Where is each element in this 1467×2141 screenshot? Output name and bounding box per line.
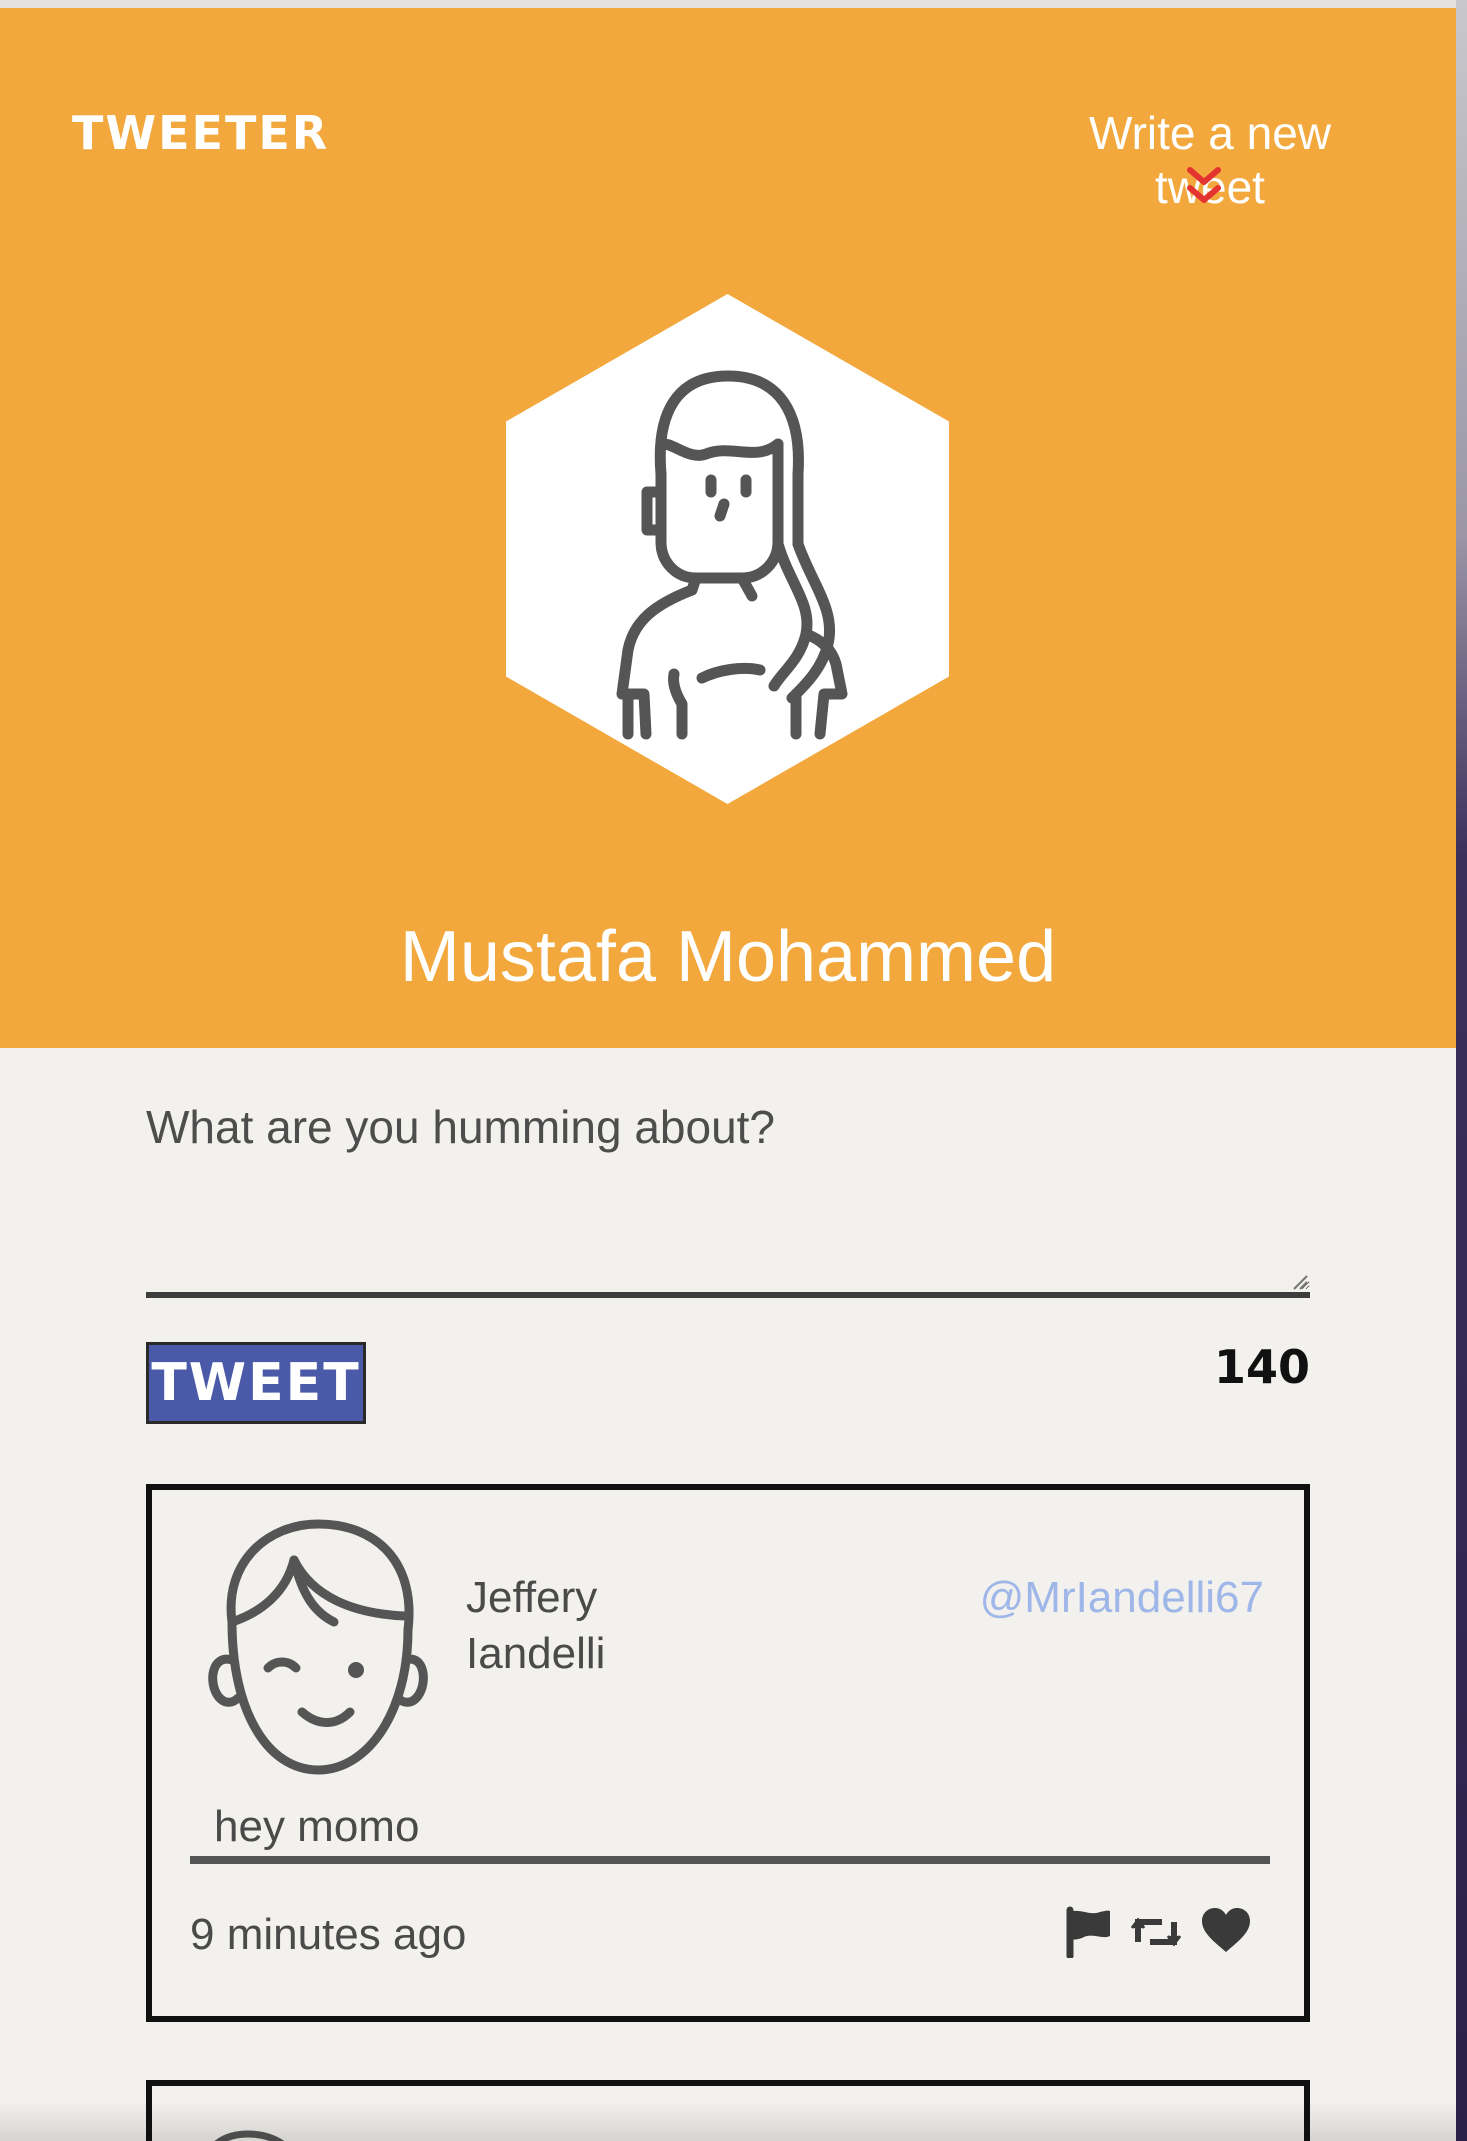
character-counter: 140 bbox=[1213, 1340, 1310, 1394]
flag-icon[interactable] bbox=[1062, 1906, 1114, 1958]
tweet-text: hey momo bbox=[214, 1802, 420, 1851]
man-avatar-icon bbox=[208, 1519, 428, 1775]
app-page: TWEETER Write a new tweet Mustafa Mohamm… bbox=[0, 0, 1456, 2141]
tweet-submit-button[interactable]: TWEET bbox=[146, 1342, 366, 1424]
tweet-composer bbox=[146, 1100, 1310, 1300]
avatar-icon bbox=[214, 2130, 285, 2141]
window-top-edge bbox=[0, 0, 1456, 8]
resize-handle-icon[interactable] bbox=[1290, 1274, 1308, 1290]
chevron-double-down-icon[interactable] bbox=[1186, 166, 1222, 212]
tweet-card: Jeffery Iandelli @MrIandelli67 hey momo … bbox=[146, 1484, 1310, 2022]
tweet-text-input[interactable] bbox=[146, 1100, 1310, 1290]
composer-underline bbox=[146, 1292, 1310, 1298]
brand-logo[interactable]: TWEETER bbox=[72, 106, 329, 160]
profile-avatar bbox=[506, 294, 949, 804]
tweet-author-name: Jeffery Iandelli bbox=[466, 1573, 606, 1678]
profile-header: TWEETER Write a new tweet Mustafa Mohamm… bbox=[0, 8, 1456, 1048]
tweet-card bbox=[146, 2080, 1310, 2141]
tweet-divider bbox=[190, 1856, 1270, 1864]
profile-name: Mustafa Mohammed bbox=[399, 917, 1057, 997]
tweet-author-handle[interactable]: @MrIandelli67 bbox=[852, 1570, 1264, 1626]
heart-icon[interactable] bbox=[1200, 1906, 1252, 1958]
background-window-edge bbox=[1456, 0, 1467, 2141]
tweet-timestamp: 9 minutes ago bbox=[190, 1910, 467, 1959]
retweet-icon[interactable] bbox=[1130, 1906, 1182, 1958]
